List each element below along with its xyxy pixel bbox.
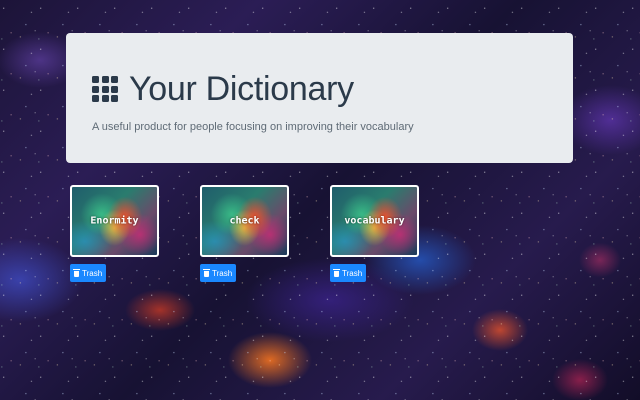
- word-card: Enormity Trash: [70, 185, 160, 282]
- trash-button-label: Trash: [82, 268, 103, 278]
- word-thumbnail[interactable]: Enormity: [70, 185, 159, 257]
- word-thumbnail[interactable]: check: [200, 185, 289, 257]
- trash-button[interactable]: Trash: [330, 264, 367, 282]
- title-row: Your Dictionary: [92, 69, 547, 109]
- word-thumbnail[interactable]: vocabulary: [330, 185, 419, 257]
- trash-icon: [73, 268, 80, 277]
- word-label: Enormity: [90, 215, 139, 227]
- trash-icon: [333, 268, 340, 277]
- page-subtitle: A useful product for people focusing on …: [92, 121, 414, 133]
- trash-icon: [203, 268, 210, 277]
- word-card: vocabulary Trash: [330, 185, 420, 282]
- th-grid-icon: [92, 76, 118, 102]
- page-title: Your Dictionary: [129, 70, 354, 108]
- word-card: check Trash: [200, 185, 290, 282]
- word-label: vocabulary: [344, 215, 405, 227]
- trash-button-label: Trash: [342, 268, 363, 278]
- page-background: { "header": { "icon": "th-grid-icon", "t…: [0, 0, 640, 400]
- word-label: check: [229, 215, 260, 227]
- header-jumbotron: Your Dictionary A useful product for peo…: [66, 33, 573, 163]
- trash-button[interactable]: Trash: [200, 264, 237, 282]
- trash-button-label: Trash: [212, 268, 233, 278]
- trash-button[interactable]: Trash: [70, 264, 107, 282]
